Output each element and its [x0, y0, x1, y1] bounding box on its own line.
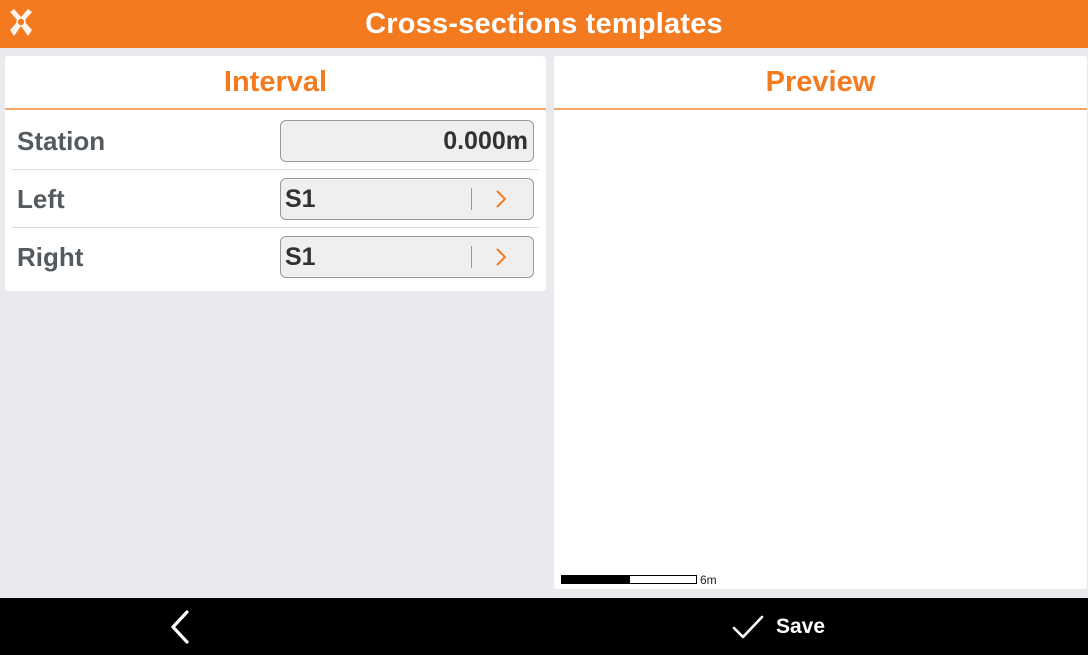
preview-panel: Preview 6m [554, 56, 1087, 589]
scale-bar-white-segment [629, 575, 697, 584]
station-value: 0.000m [443, 127, 528, 155]
right-template-value: S1 [285, 243, 316, 271]
scale-bar-black-segment [561, 575, 629, 584]
right-template-select[interactable]: S1 [280, 236, 534, 278]
title-bar: Cross-sections templates [0, 0, 1088, 48]
interval-panel-title: Interval [5, 56, 546, 110]
interval-panel: Interval Station 0.000m Left S1 Right S1 [5, 56, 546, 291]
station-row: Station 0.000m [5, 112, 546, 170]
scale-bar [561, 575, 697, 585]
left-template-select[interactable]: S1 [280, 178, 534, 220]
chevron-right-icon[interactable] [491, 246, 511, 268]
save-button[interactable]: Save [730, 598, 840, 655]
left-row: Left S1 [5, 170, 546, 228]
station-input[interactable]: 0.000m [280, 120, 534, 162]
save-label: Save [776, 614, 826, 638]
app-logo-icon[interactable] [6, 9, 36, 39]
app-window: Cross-sections templates Interval Statio… [0, 0, 1088, 655]
station-label: Station [17, 126, 106, 156]
chevron-right-icon[interactable] [491, 188, 511, 210]
check-icon [732, 615, 764, 638]
select-separator [471, 188, 472, 210]
page-title: Cross-sections templates [365, 7, 723, 40]
left-label: Left [17, 184, 65, 214]
right-row: Right S1 [5, 228, 546, 286]
select-separator [471, 246, 472, 268]
right-label: Right [17, 242, 84, 272]
chevron-left-icon [171, 609, 189, 644]
back-button[interactable] [150, 598, 210, 655]
bottom-toolbar: Save [0, 598, 1088, 655]
preview-panel-title: Preview [554, 56, 1087, 110]
preview-canvas[interactable] [554, 112, 1087, 589]
left-template-value: S1 [285, 185, 316, 213]
scale-label: 6m [700, 573, 717, 587]
